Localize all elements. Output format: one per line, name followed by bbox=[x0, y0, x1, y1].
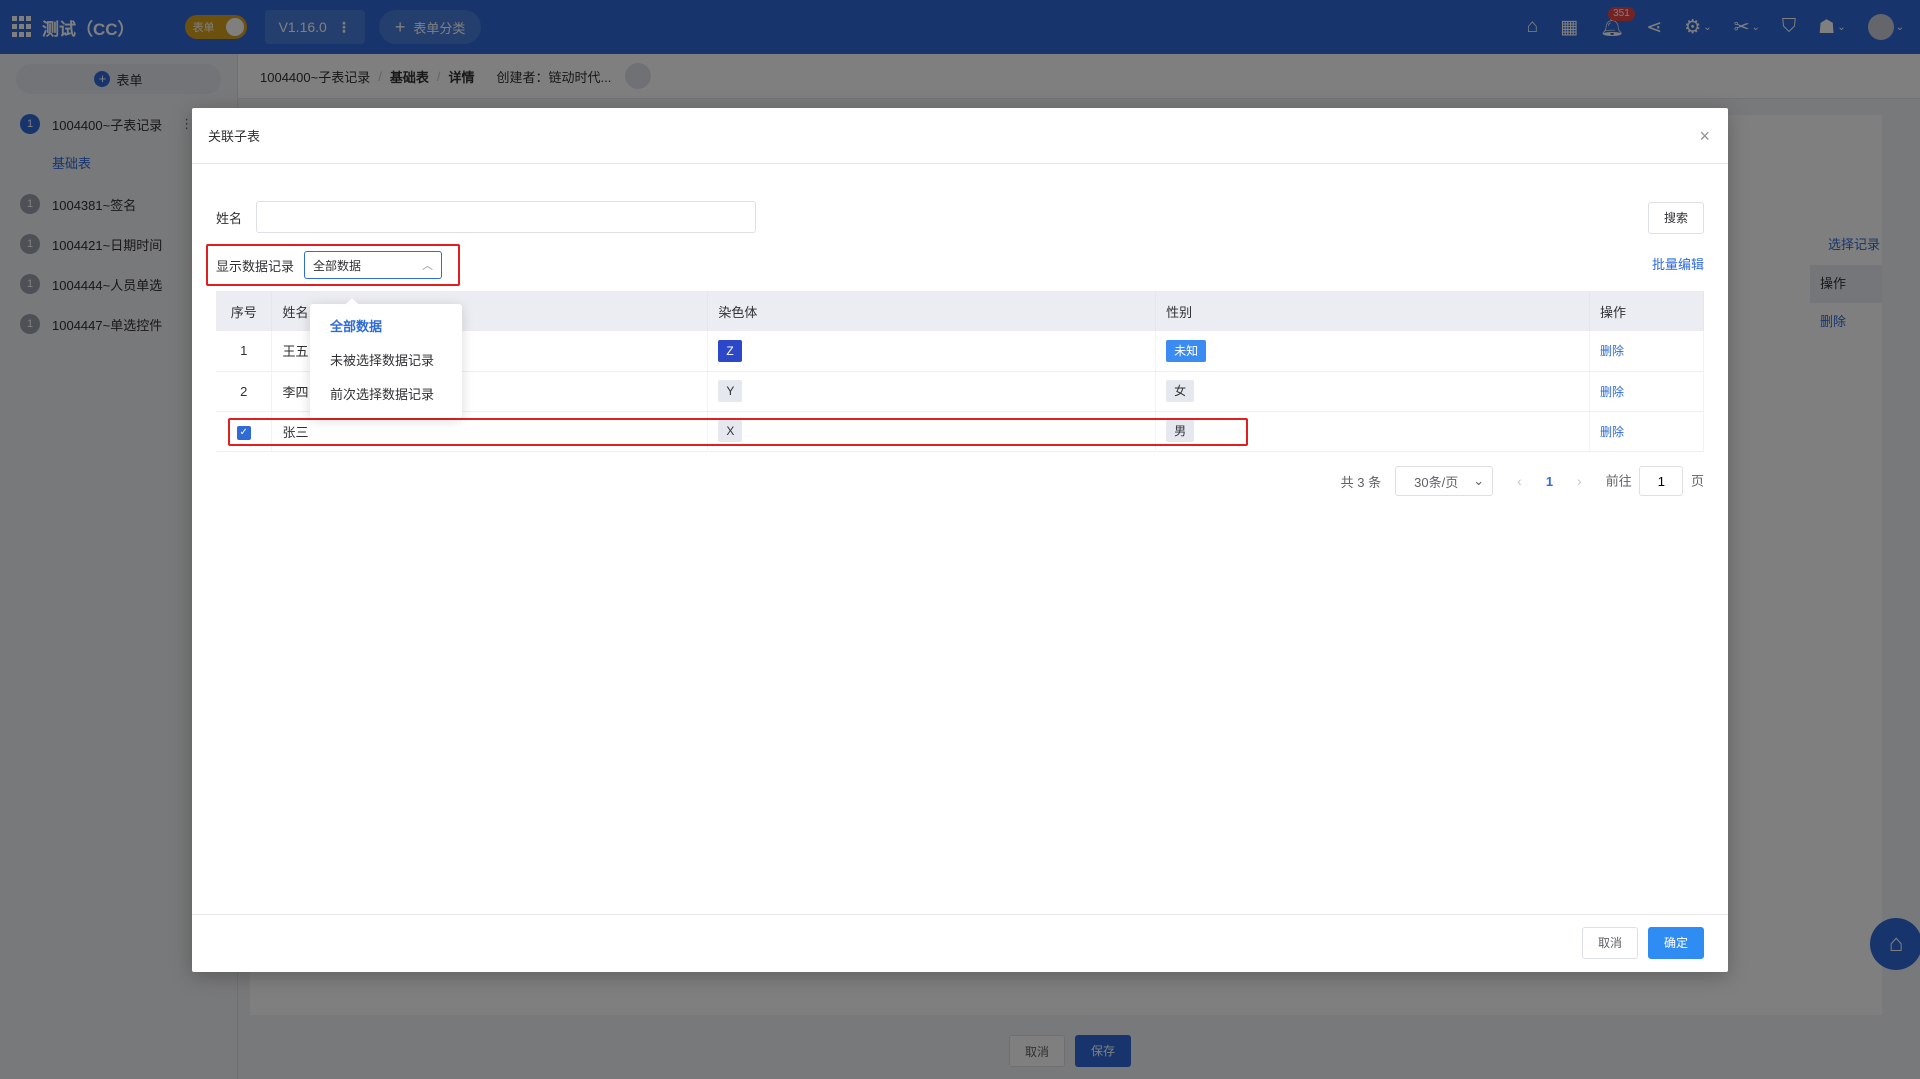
show-records-select[interactable]: 全部数据 ︿ bbox=[304, 251, 443, 279]
column-header: 性别 bbox=[1155, 291, 1591, 331]
delete-link[interactable]: 删除 bbox=[1600, 344, 1624, 358]
column-header: 操作 bbox=[1589, 291, 1704, 331]
gender-tag: 未知 bbox=[1166, 339, 1207, 362]
column-header: 序号 bbox=[216, 291, 273, 331]
op-cell: 删除 bbox=[1589, 371, 1704, 412]
name-input[interactable] bbox=[256, 201, 757, 233]
op-cell: 删除 bbox=[1589, 331, 1704, 372]
cancel-button[interactable]: 取消 bbox=[1582, 927, 1638, 959]
gender-cell: 男 bbox=[1155, 411, 1591, 452]
row-index: 2 bbox=[216, 371, 273, 412]
chromosome-tag: Z bbox=[718, 339, 742, 362]
show-records-dropdown: 全部数据 未被选择数据记录 前次选择数据记录 bbox=[310, 298, 462, 418]
goto-label: 前往 bbox=[1605, 473, 1632, 489]
dialog-footer: 取消 确定 bbox=[192, 914, 1728, 972]
gender-cell: 未知 bbox=[1155, 331, 1591, 372]
search-button[interactable]: 搜索 bbox=[1648, 202, 1704, 234]
dropdown-option-previous[interactable]: 前次选择数据记录 bbox=[310, 378, 462, 412]
goto-page-input[interactable] bbox=[1639, 466, 1684, 496]
show-records-label: 显示数据记录 bbox=[216, 258, 295, 274]
gender-tag: 男 bbox=[1166, 420, 1195, 442]
show-records-filter: 显示数据记录 全部数据 ︿ bbox=[206, 244, 460, 286]
dropdown-option-all[interactable]: 全部数据 bbox=[310, 310, 462, 344]
chromosome-cell: Z bbox=[707, 331, 1157, 372]
gender-cell: 女 bbox=[1155, 371, 1591, 412]
dialog-title: 关联子表 bbox=[208, 129, 261, 144]
close-icon[interactable]: × bbox=[1699, 126, 1710, 147]
batch-edit-link[interactable]: 批量编辑 bbox=[1652, 254, 1704, 273]
op-cell: 删除 bbox=[1589, 411, 1704, 452]
related-subtable-dialog: 关联子表 × 姓名 搜索 显示数据记录 全部数据 ︿ 批量编辑 序号 姓名 染色… bbox=[192, 108, 1728, 972]
current-page[interactable]: 1 bbox=[1546, 474, 1553, 489]
delete-link[interactable]: 删除 bbox=[1600, 385, 1624, 399]
row-index: ✓ bbox=[216, 411, 273, 452]
dropdown-option-unselected[interactable]: 未被选择数据记录 bbox=[310, 344, 462, 378]
page-size-select[interactable]: 30条/页 ⌄ bbox=[1395, 466, 1494, 496]
show-records-value: 全部数据 bbox=[313, 258, 362, 273]
chromosome-tag: Y bbox=[718, 380, 743, 402]
chevron-down-icon: ⌄ bbox=[1473, 473, 1485, 488]
confirm-button[interactable]: 确定 bbox=[1648, 927, 1704, 959]
row-index: 1 bbox=[216, 331, 273, 372]
chromosome-tag: X bbox=[718, 420, 743, 442]
prev-page-icon[interactable]: ‹ bbox=[1507, 473, 1532, 489]
chromosome-cell: Y bbox=[707, 371, 1157, 412]
chevron-up-icon: ︿ bbox=[422, 260, 434, 272]
total-count: 共 3 条 bbox=[1340, 474, 1382, 490]
next-page-icon[interactable]: › bbox=[1567, 473, 1592, 489]
name-label: 姓名 bbox=[216, 210, 243, 226]
pagination: 共 3 条 30条/页 ⌄ ‹ 1 › 前往 页 bbox=[1341, 466, 1704, 496]
dialog-header: 关联子表 bbox=[192, 108, 1728, 164]
chromosome-cell: X bbox=[707, 411, 1157, 452]
gender-tag: 女 bbox=[1166, 380, 1195, 402]
goto-suffix: 页 bbox=[1690, 473, 1704, 489]
goto-page: 前往 页 bbox=[1606, 466, 1704, 496]
row-checkbox[interactable]: ✓ bbox=[236, 425, 251, 440]
name-filter: 姓名 bbox=[216, 201, 757, 233]
page-size-value: 30条/页 bbox=[1414, 474, 1459, 490]
column-header: 染色体 bbox=[707, 291, 1157, 331]
delete-link[interactable]: 删除 bbox=[1600, 425, 1624, 439]
